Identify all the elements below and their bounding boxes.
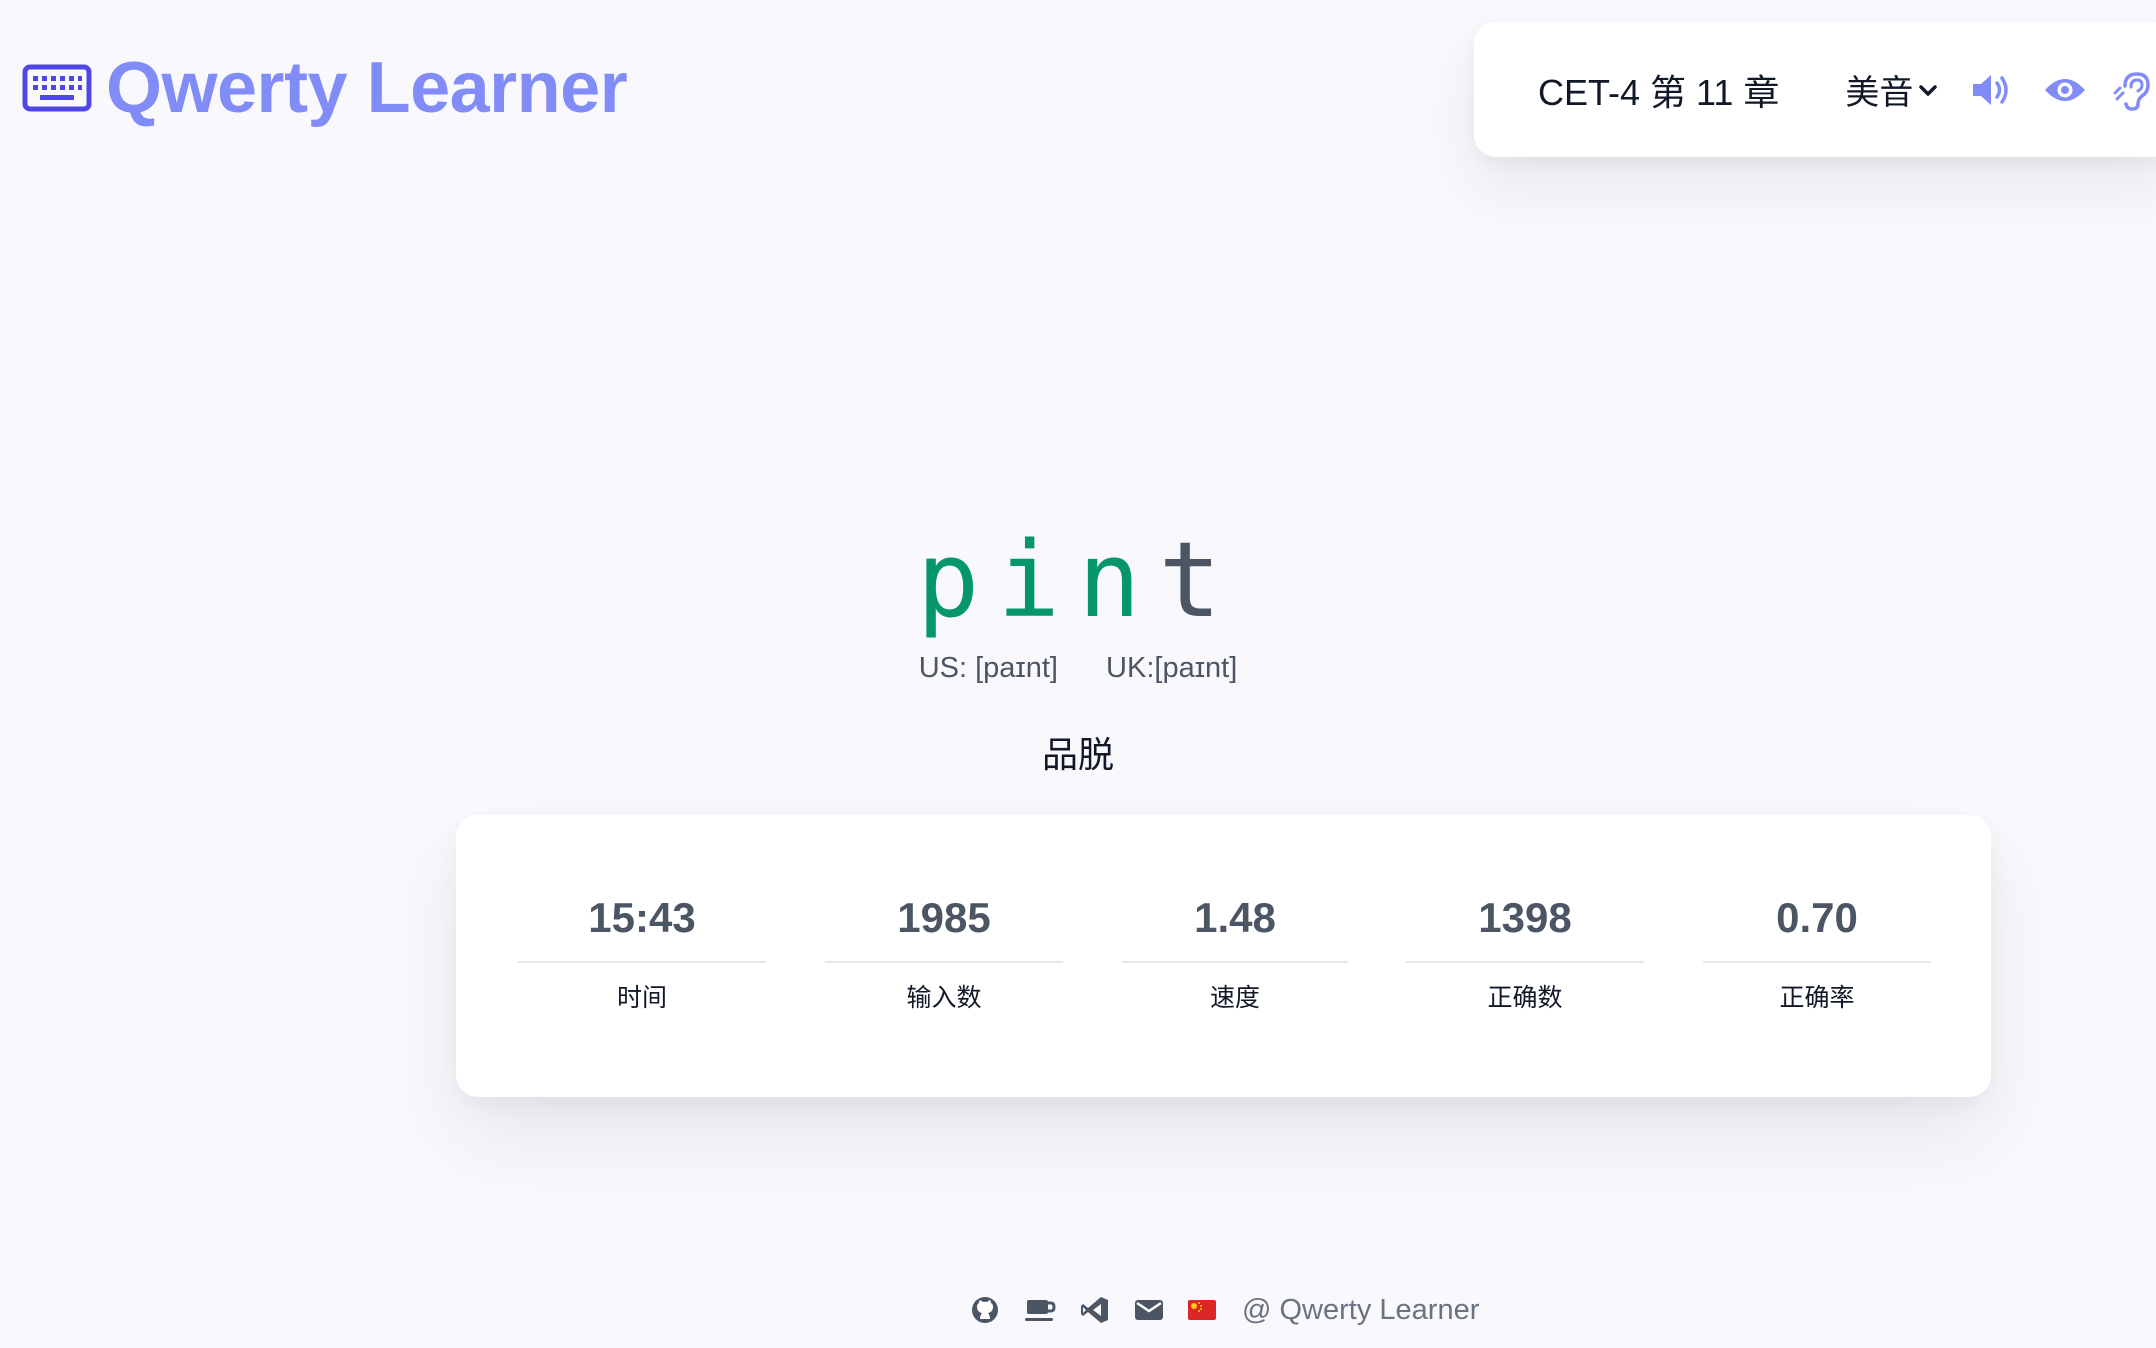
app-logo[interactable]: Qwerty Learner bbox=[22, 48, 628, 128]
stats-panel: 15:43 时间 1985 输入数 1.48 速度 1398 正确数 0.70 … bbox=[456, 815, 1991, 1097]
top-toolbar: CET-4 第 11 章 美音 bbox=[1474, 22, 2156, 157]
accent-selector[interactable]: 美音 bbox=[1845, 65, 1939, 114]
stat-value: 1.48 bbox=[1122, 893, 1348, 963]
stat-input-count: 1985 输入数 bbox=[825, 893, 1063, 1015]
footer-copyright[interactable]: @ Qwerty Learner bbox=[1242, 1294, 1479, 1327]
stat-label: 时间 bbox=[616, 984, 667, 1012]
china-flag-icon[interactable] bbox=[1188, 1300, 1216, 1320]
stat-label: 速度 bbox=[1209, 984, 1260, 1012]
us-phonetic: US: [paɪnt] bbox=[918, 652, 1058, 684]
app-title: Qwerty Learner bbox=[106, 48, 628, 128]
mail-icon[interactable] bbox=[1134, 1298, 1164, 1322]
vscode-icon[interactable] bbox=[1080, 1295, 1110, 1325]
eye-icon[interactable] bbox=[2043, 74, 2087, 106]
stat-label: 输入数 bbox=[906, 984, 982, 1012]
stat-speed: 1.48 速度 bbox=[1122, 893, 1348, 1015]
ear-icon[interactable] bbox=[2113, 69, 2155, 111]
stat-accuracy: 0.70 正确率 bbox=[1703, 893, 1931, 1015]
uk-phonetic: UK:[paɪnt] bbox=[1106, 652, 1238, 684]
target-word: pint bbox=[0, 520, 2156, 640]
phonetics: US: [paɪnt] UK:[paɪnt] bbox=[0, 648, 2156, 688]
accent-label: 美音 bbox=[1845, 74, 1914, 112]
stat-value: 15:43 bbox=[518, 893, 766, 963]
footer: @ Qwerty Learner bbox=[970, 1290, 1479, 1330]
chevron-down-icon bbox=[1917, 79, 1939, 101]
stat-value: 1398 bbox=[1406, 893, 1644, 963]
untyped-letters: t bbox=[1158, 519, 1240, 641]
speaker-icon[interactable] bbox=[1969, 70, 2015, 110]
stat-time: 15:43 时间 bbox=[518, 893, 766, 1015]
stat-label: 正确率 bbox=[1779, 984, 1855, 1012]
stat-value: 0.70 bbox=[1703, 893, 1931, 963]
stat-label: 正确数 bbox=[1487, 984, 1563, 1012]
dictionary-chapter-selector[interactable]: CET-4 第 11 章 bbox=[1538, 64, 1779, 116]
typed-letters: pin bbox=[916, 519, 1159, 641]
word-translation: 品脱 bbox=[1041, 734, 1114, 775]
keyboard-icon bbox=[22, 64, 92, 112]
stat-value: 1985 bbox=[825, 893, 1063, 963]
stat-correct-count: 1398 正确数 bbox=[1406, 893, 1644, 1015]
coffee-icon[interactable] bbox=[1024, 1295, 1056, 1325]
github-icon[interactable] bbox=[970, 1295, 1000, 1325]
